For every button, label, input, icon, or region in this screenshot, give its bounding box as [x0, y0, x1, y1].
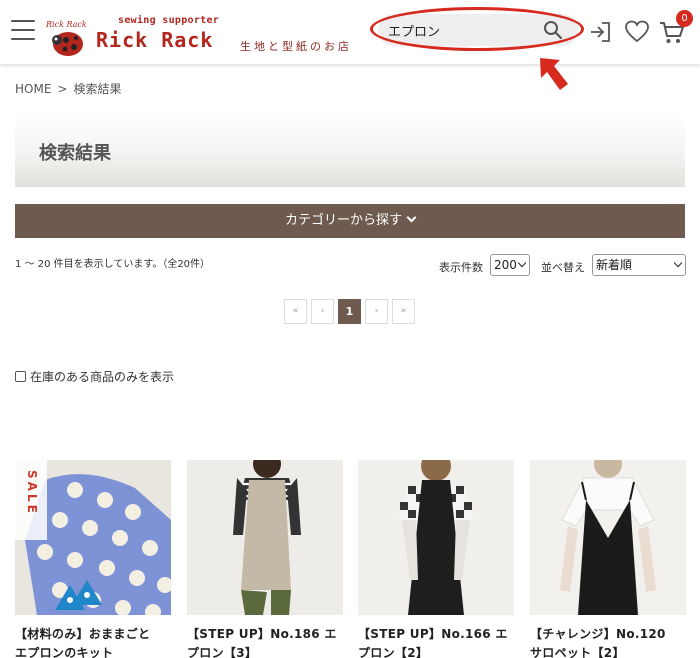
per-page-value: 200 [494, 258, 517, 272]
product-name-line: 【STEP UP】No.186 エ [187, 627, 337, 641]
logo-brand-name: Rick Rack [96, 28, 214, 52]
chevron-down-icon [517, 258, 527, 268]
product-name-line: 【材料のみ】おままごと [15, 627, 151, 641]
result-count: 1 〜 20 件目を表示しています。（全20件） [15, 259, 211, 270]
per-page-select[interactable]: 200 [490, 254, 530, 276]
product-name[interactable]: 【チャレンジ】No.120 サロペット【2】 [530, 625, 686, 658]
product-name-line: プロン【3】 [187, 646, 258, 658]
search-input[interactable] [388, 20, 538, 40]
product-name-line: エプロンのキット [15, 646, 114, 658]
in-stock-label: 在庫のある商品のみを表示 [30, 370, 175, 384]
site-logo[interactable]: Rick Rack sewing supporter Rick Rack 生地と… [44, 8, 374, 58]
menu-icon[interactable] [11, 20, 35, 42]
pagination-first[interactable]: « [284, 299, 307, 324]
product-name-line: 【チャレンジ】No.120 [530, 627, 666, 641]
product-name-line: プロン【2】 [358, 646, 429, 658]
chevron-down-icon [406, 212, 417, 223]
pagination-prev[interactable]: ‹ [311, 299, 334, 324]
sort-select[interactable]: 新着順 [592, 254, 686, 276]
product-card[interactable]: 【STEP UP】No.166 エ プロン【2】 [358, 451, 514, 658]
sort-label: 並べ替え [541, 261, 585, 274]
pagination: « ‹ 1 › » [284, 299, 415, 324]
breadcrumb: HOME > 検索結果 [15, 80, 121, 97]
per-page-label: 表示件数 [439, 261, 483, 274]
product-image[interactable] [530, 450, 686, 615]
pagination-next[interactable]: › [365, 299, 388, 324]
chevron-down-icon [673, 258, 683, 268]
product-image[interactable] [187, 450, 343, 615]
product-name[interactable]: 【STEP UP】No.186 エ プロン【3】 [187, 625, 343, 658]
category-browse-button[interactable]: カテゴリーから探す [15, 204, 685, 238]
category-browse-label: カテゴリーから探す [284, 213, 402, 228]
product-name-line: サロペット【2】 [530, 646, 625, 658]
in-stock-checkbox[interactable] [15, 371, 26, 382]
search-icon[interactable] [543, 20, 563, 40]
breadcrumb-current: 検索結果 [73, 82, 122, 96]
pagination-last[interactable]: » [392, 299, 415, 324]
product-name-line: 【STEP UP】No.166 エ [358, 627, 508, 641]
sort-value: 新着順 [596, 258, 633, 272]
product-name[interactable]: 【材料のみ】おままごと エプロンのキット [15, 625, 171, 658]
product-card[interactable]: 【STEP UP】No.186 エ プロン【3】 [187, 450, 343, 658]
pagination-current[interactable]: 1 [338, 299, 361, 324]
site-header: Rick Rack sewing supporter Rick Rack 生地と… [0, 0, 700, 64]
logo-subtitle: 生地と型紙のお店 [240, 40, 352, 53]
breadcrumb-home[interactable]: HOME [15, 82, 51, 96]
svg-text:Rick Rack: Rick Rack [45, 20, 87, 29]
product-name[interactable]: 【STEP UP】No.166 エ プロン【2】 [358, 625, 514, 658]
breadcrumb-separator: > [57, 82, 68, 96]
search-bar [378, 14, 578, 46]
logo-tagline: sewing supporter [118, 15, 220, 26]
page-title-block: 検索結果 [15, 113, 685, 187]
sale-badge-label: SALE [25, 470, 39, 516]
in-stock-filter[interactable]: 在庫のある商品のみを表示 [15, 368, 174, 385]
product-image[interactable] [358, 451, 514, 615]
login-icon[interactable] [588, 20, 612, 44]
product-card[interactable]: 【チャレンジ】No.120 サロペット【2】 [530, 450, 686, 658]
ladybug-logo-icon: Rick Rack [45, 20, 87, 56]
page-title: 検索結果 [39, 143, 111, 164]
heart-icon[interactable] [624, 19, 650, 45]
cart-count-badge: 0 [676, 10, 693, 27]
